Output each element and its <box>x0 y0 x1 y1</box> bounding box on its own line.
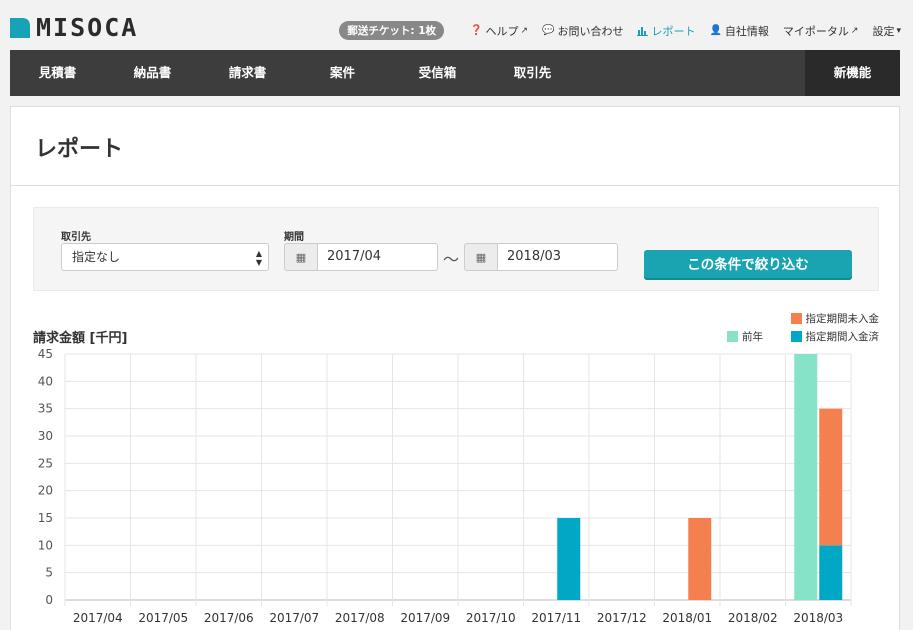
x-tick-label: 2017/09 <box>400 611 450 625</box>
my-portal-link[interactable]: マイポータル ↗ <box>783 23 859 39</box>
caret-down-icon: ▾ <box>896 25 901 36</box>
comment-icon: 💬 <box>542 25 555 36</box>
y-tick-label: 20 <box>38 484 53 498</box>
y-tick-label: 5 <box>45 566 53 580</box>
x-tick-label: 2017/04 <box>73 611 123 625</box>
bar-paid <box>557 518 581 600</box>
y-tick-label: 30 <box>38 429 53 443</box>
invoice-amount-chart: 0 5 10 15 20 25 30 35 40 45 2017/04 2017/05 2017/06 2… <box>38 347 852 625</box>
ticket-badge[interactable]: 郵送チケット: 1枚 <box>339 21 445 40</box>
nav-item-projects[interactable]: 案件 <box>295 50 390 96</box>
question-circle-icon: ❓ <box>470 25 483 36</box>
misoca-logo[interactable]: MISOCA <box>10 13 139 42</box>
company-info-link[interactable]: 👤 自社情報 <box>709 23 768 39</box>
x-tick-label: 2018/02 <box>728 611 778 625</box>
nav-item-inbox[interactable]: 受信箱 <box>390 50 485 96</box>
x-tick-label: 2017/06 <box>204 611 254 625</box>
nav-item-delivery-notes[interactable]: 納品書 <box>105 50 200 96</box>
y-tick-label: 10 <box>38 538 53 552</box>
x-tick-label: 2017/10 <box>466 611 516 625</box>
bar-chart-icon <box>637 26 649 36</box>
help-link[interactable]: ❓ ヘルプ ↗ <box>470 23 528 39</box>
report-link[interactable]: レポート <box>637 23 695 39</box>
x-tick-label: 2018/01 <box>662 611 712 625</box>
y-tick-label: 35 <box>38 402 53 416</box>
y-tick-label: 15 <box>38 511 53 525</box>
y-tick-label: 0 <box>45 593 53 607</box>
bar-paid <box>819 545 843 600</box>
user-icon: 👤 <box>709 25 722 36</box>
nav-item-invoices[interactable]: 請求書 <box>200 50 295 96</box>
top-bar: MISOCA 郵送チケット: 1枚 ❓ ヘルプ ↗ 💬 お問い合わせ レポート … <box>0 0 913 50</box>
x-tick-label: 2017/11 <box>531 611 581 625</box>
x-tick-label: 2018/03 <box>793 611 843 625</box>
main-nav: 見積書 納品書 請求書 案件 受信箱 取引先 新機能 <box>10 50 900 96</box>
bar-unpaid <box>819 408 843 546</box>
header-links: 郵送チケット: 1枚 ❓ ヘルプ ↗ 💬 お問い合わせ レポート 👤 自社情報 … <box>339 21 901 40</box>
x-tick-label: 2017/07 <box>269 611 319 625</box>
bar-unpaid <box>688 518 712 600</box>
nav-item-new-features[interactable]: 新機能 <box>805 50 900 96</box>
nav-item-clients[interactable]: 取引先 <box>485 50 580 96</box>
settings-menu[interactable]: 設定 ▾ <box>872 23 901 39</box>
logo-text: MISOCA <box>36 13 139 42</box>
x-tick-label: 2017/05 <box>138 611 188 625</box>
external-link-icon: ↗ <box>850 25 859 36</box>
x-tick-label: 2017/12 <box>597 611 647 625</box>
external-link-icon: ↗ <box>520 25 529 36</box>
y-tick-label: 25 <box>38 456 53 470</box>
contact-link[interactable]: 💬 お問い合わせ <box>542 23 623 39</box>
y-tick-label: 45 <box>38 347 53 361</box>
nav-item-estimates[interactable]: 見積書 <box>10 50 105 96</box>
y-tick-label: 40 <box>38 374 53 388</box>
x-tick-label: 2017/08 <box>335 611 385 625</box>
report-panel: レポート 取引先 指定なし ▲ ▼ 期間 ▦ 2017/04 〜 ▦ 2018/0… <box>10 106 900 630</box>
bar-previous-year <box>794 354 818 600</box>
logo-mark-icon <box>10 18 30 38</box>
